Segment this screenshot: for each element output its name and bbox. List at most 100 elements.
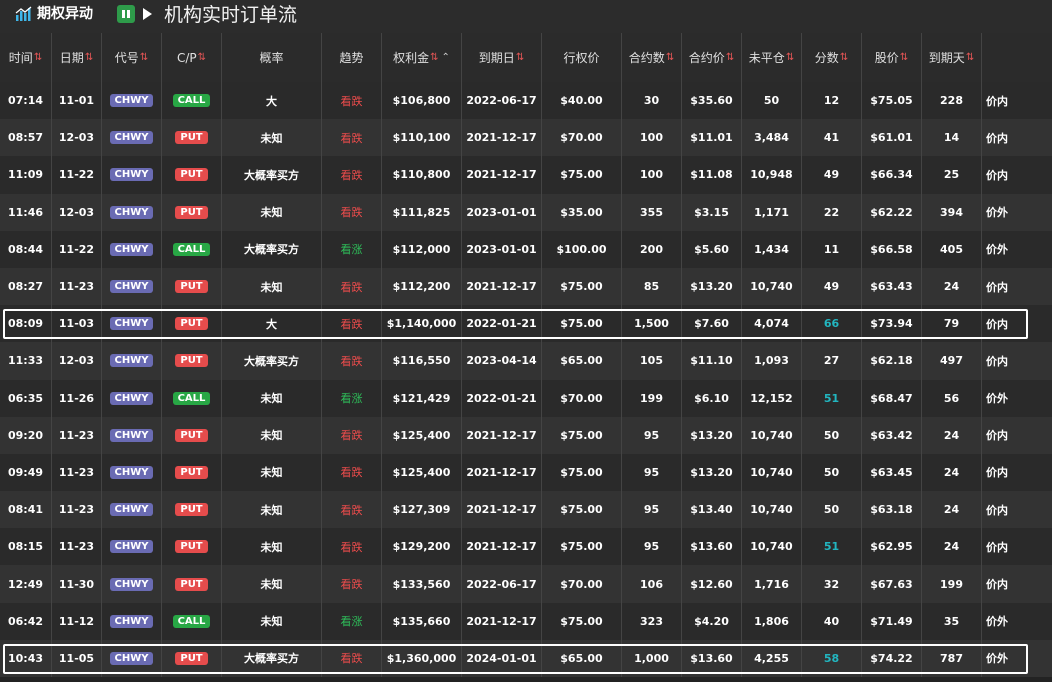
- table-row[interactable]: 12:49 11-30 CHWY PUT 未知 看跌 $133,560 2022-06-17 $…: [0, 565, 1052, 603]
- table-row[interactable]: 10:43 11-05 CHWY PUT 大概率买方 看跌 $1,360,000 2024-0…: [0, 639, 1052, 677]
- sort-icon[interactable]: ⇅: [85, 52, 93, 63]
- cell-oi: 12,152: [742, 379, 802, 417]
- oi-value: 1,806: [754, 614, 789, 628]
- ticker-badge[interactable]: CHWY: [109, 168, 154, 182]
- stock-value: $63.45: [870, 465, 913, 479]
- table-row[interactable]: 08:57 12-03 CHWY PUT 未知 看跌 $110,100 2021-12-17 $…: [0, 119, 1052, 157]
- stock-value: $63.43: [870, 280, 913, 294]
- ticker-badge[interactable]: CHWY: [109, 614, 154, 628]
- cell-moneyness: 价外: [982, 603, 1052, 640]
- date-value: 11-23: [58, 280, 95, 294]
- column-header-score[interactable]: 分数 ⇅: [802, 33, 862, 82]
- column-header-stock[interactable]: 股价 ⇅: [862, 33, 922, 82]
- column-header-contracts[interactable]: 合约数 ⇅: [622, 33, 682, 82]
- cell-contracts: 100: [622, 119, 682, 157]
- column-header-symbol[interactable]: 代号 ⇅: [102, 33, 162, 82]
- order-flow-table: 07:14 11-01 CHWY CALL 大看跌 $106,800 2022-06-17 $…: [0, 82, 1052, 677]
- sort-icon[interactable]: ⇅: [516, 52, 524, 63]
- cell-stock: $63.45: [862, 453, 922, 492]
- table-row[interactable]: 11:46 12-03 CHWY PUT 未知 看跌 $111,825 2023-01-01 $…: [0, 193, 1052, 231]
- column-header-expiry[interactable]: 到期日 ⇅: [462, 33, 542, 82]
- ticker-badge[interactable]: CHWY: [109, 242, 154, 256]
- play-button[interactable]: [143, 8, 152, 20]
- table-row[interactable]: 08:27 11-23 CHWY PUT 未知 看跌 $112,200 2021-12-17 $…: [0, 267, 1052, 306]
- ticker-badge[interactable]: CHWY: [109, 317, 154, 331]
- table-row[interactable]: 09:49 11-23 CHWY PUT 未知 看跌 $125,400 2021-12-17 $…: [0, 453, 1052, 492]
- column-header-oi[interactable]: 未平仓 ⇅: [742, 33, 802, 82]
- time-value: 11:33: [7, 354, 43, 368]
- ticker-badge[interactable]: CHWY: [109, 131, 154, 145]
- table-row[interactable]: 08:15 11-23 CHWY PUT 未知 看跌 $129,200 2021-12-17 $…: [0, 528, 1052, 566]
- cell-time: 08:44: [0, 230, 52, 268]
- sort-icon[interactable]: ⇅: [966, 52, 974, 63]
- table-row[interactable]: 09:20 11-23 CHWY PUT 未知 看跌 $125,400 2021-12-17 $…: [0, 416, 1052, 454]
- sort-icon[interactable]: ⇅: [786, 52, 794, 63]
- ticker-badge[interactable]: CHWY: [109, 354, 154, 368]
- table-row[interactable]: 08:09 11-03 CHWY PUT 大 看跌 $1,140,000 2022-01-21…: [0, 305, 1052, 343]
- pause-button[interactable]: [117, 5, 135, 23]
- app-logo[interactable]: 期权异动: [15, 6, 93, 22]
- ticker-badge[interactable]: CHWY: [109, 540, 154, 554]
- dte-value: 199: [940, 577, 963, 591]
- ticker-badge[interactable]: CHWY: [109, 651, 154, 665]
- ticker-badge[interactable]: CHWY: [109, 428, 154, 442]
- contracts-value: 106: [640, 577, 663, 591]
- sort-icon[interactable]: ⇅: [726, 52, 734, 63]
- table-row[interactable]: 06:35 11-26 CHWY CALL 未知 看涨 $121,429 2022-01-21…: [0, 379, 1052, 417]
- cell-premium: $112,000: [382, 230, 462, 268]
- column-header-moneyness: [982, 33, 1052, 82]
- stock-value: $75.05: [870, 94, 913, 108]
- expiry-value: 2022-06-17: [466, 577, 537, 591]
- ticker-badge[interactable]: CHWY: [109, 391, 154, 405]
- sort-icon[interactable]: ⇅: [34, 52, 42, 63]
- cell-trend: 看跌: [322, 82, 382, 120]
- column-header-premium[interactable]: 权利金 ⇅ ⌃: [382, 33, 462, 82]
- cell-stock: $63.43: [862, 267, 922, 306]
- stock-value: $66.58: [870, 242, 913, 256]
- column-header-time[interactable]: 时间 ⇅: [0, 33, 52, 82]
- cell-cp: PUT: [162, 453, 222, 492]
- sort-icon[interactable]: ⇅: [900, 52, 908, 63]
- ticker-badge[interactable]: CHWY: [109, 465, 154, 479]
- premium-value: $106,800: [392, 94, 451, 108]
- column-header-cp[interactable]: C/P ⇅: [162, 33, 222, 82]
- column-header-price[interactable]: 合约价 ⇅: [682, 33, 742, 82]
- ticker-badge[interactable]: CHWY: [109, 577, 154, 591]
- table-row[interactable]: 06:42 11-12 CHWY CALL 未知 看涨 $135,660 2021-12-17…: [0, 602, 1052, 640]
- stock-value: $62.18: [870, 354, 913, 368]
- sort-ascending-icon[interactable]: ⌃: [442, 52, 450, 63]
- column-header-dte[interactable]: 到期天 ⇅: [922, 33, 982, 82]
- ticker-badge[interactable]: CHWY: [109, 205, 154, 219]
- expiry-value: 2023-01-01: [466, 242, 537, 256]
- column-label: 权利金: [393, 51, 430, 65]
- dte-value: 497: [940, 354, 963, 368]
- table-row[interactable]: 08:44 11-22 CHWY CALL 大概率买方 看涨 $112,000 2023-01…: [0, 230, 1052, 268]
- cell-moneyness: 价内: [982, 417, 1052, 454]
- cell-trend: 看跌: [322, 305, 382, 343]
- sort-icon[interactable]: ⇅: [198, 52, 206, 63]
- column-header-date[interactable]: 日期 ⇅: [52, 33, 102, 82]
- table-row[interactable]: 11:09 11-22 CHWY PUT 大概率买方 看跌 $110,800 2021-12-…: [0, 156, 1052, 194]
- table-row[interactable]: 11:33 12-03 CHWY PUT 大概率买方 看跌 $116,550 2023-04-…: [0, 342, 1052, 380]
- ticker-badge[interactable]: CHWY: [109, 503, 154, 517]
- trend-value: 看跌: [340, 280, 363, 294]
- ticker-badge[interactable]: CHWY: [109, 94, 154, 108]
- ticker-badge[interactable]: CHWY: [109, 280, 154, 294]
- sort-icon[interactable]: ⇅: [666, 52, 674, 63]
- score-value: 49: [823, 168, 840, 182]
- sort-icon[interactable]: ⇅: [140, 52, 148, 63]
- sort-icon[interactable]: ⇅: [840, 52, 848, 63]
- table-row[interactable]: 08:41 11-23 CHWY PUT 未知 看跌 $127,309 2021-12-17 $…: [0, 491, 1052, 529]
- cell-stock: $74.22: [862, 639, 922, 677]
- cell-time: 10:43: [0, 639, 52, 677]
- logo-text: 期权异动: [37, 6, 93, 22]
- cell-price: $13.20: [682, 267, 742, 306]
- premium-value: $111,825: [392, 205, 451, 219]
- cell-oi: 10,740: [742, 416, 802, 454]
- cell-moneyness: 价内: [982, 82, 1052, 119]
- cell-strike: $75.00: [542, 305, 622, 343]
- sort-icon[interactable]: ⇅: [430, 52, 438, 63]
- table-row[interactable]: 07:14 11-01 CHWY CALL 大 看跌 $106,800 2022-06-17 $…: [0, 82, 1052, 120]
- cell-stock: $61.01: [862, 119, 922, 157]
- score-value: 50: [823, 465, 840, 479]
